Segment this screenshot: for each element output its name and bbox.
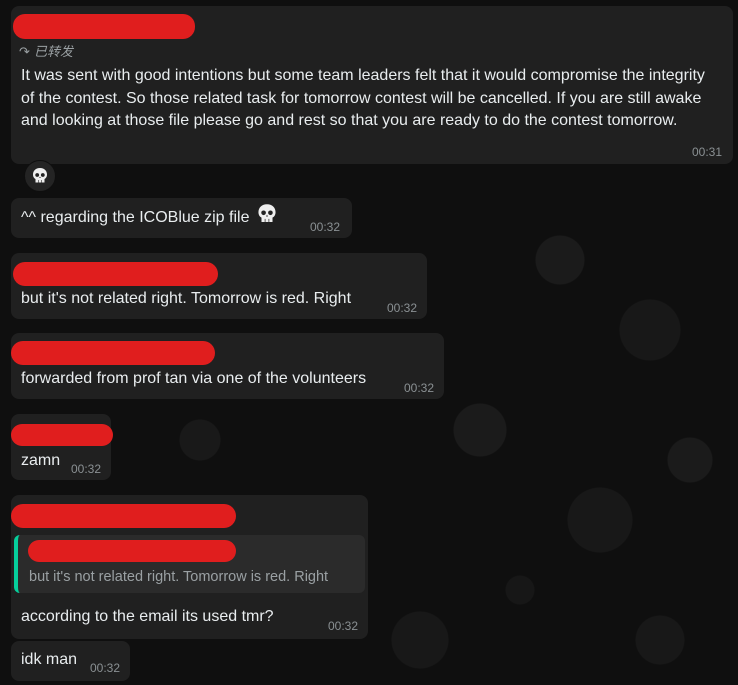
quoted-message-text: but it's not related right. Tomorrow is … xyxy=(29,569,329,585)
message-text: zamn xyxy=(21,452,61,469)
skull-icon xyxy=(33,168,47,183)
redacted-sender-name xyxy=(13,14,195,39)
message-timestamp: 00:32 xyxy=(404,381,435,395)
redacted-sender-name xyxy=(11,424,113,446)
forward-arrow-icon: ↷ xyxy=(19,45,30,60)
message-bubble-forwarded[interactable]: ↷ 已转发 It was sent with good intentions b… xyxy=(11,6,733,164)
message-text: according to the email its used tmr? xyxy=(21,608,274,625)
message-reaction[interactable] xyxy=(24,160,56,192)
redacted-sender-name xyxy=(11,504,236,528)
quoted-message[interactable]: but it's not related right. Tomorrow is … xyxy=(14,535,365,593)
message-timestamp: 00:32 xyxy=(90,661,121,675)
message-bubble[interactable]: ^^ regarding the ICOBlue zip file 00:32 xyxy=(11,198,352,238)
message-text: forwarded from prof tan via one of the v… xyxy=(21,370,367,387)
message-timestamp: 00:31 xyxy=(692,145,723,159)
message-bubble[interactable]: but it's not related right. Tomorrow is … xyxy=(11,253,427,319)
redacted-sender-name xyxy=(11,341,215,365)
message-timestamp: 00:32 xyxy=(71,462,102,476)
message-bubble-reply[interactable]: but it's not related right. Tomorrow is … xyxy=(11,495,368,639)
redacted-quoted-sender-name xyxy=(28,540,236,562)
forwarded-indicator: ↷ 已转发 xyxy=(19,41,73,60)
message-text: ^^ regarding the ICOBlue zip file xyxy=(21,204,276,230)
message-bubble[interactable]: idk man 00:32 xyxy=(11,641,130,681)
skull-icon xyxy=(254,204,276,225)
message-text: but it's not related right. Tomorrow is … xyxy=(21,290,352,307)
message-text: It was sent with good intentions but som… xyxy=(21,67,705,129)
message-timestamp: 00:32 xyxy=(310,220,341,234)
message-bubble[interactable]: zamn 00:32 xyxy=(11,414,113,480)
message-timestamp: 00:32 xyxy=(387,301,418,315)
message-timestamp: 00:32 xyxy=(328,619,359,633)
message-text-content: ^^ regarding the ICOBlue zip file xyxy=(21,209,250,226)
message-bubble[interactable]: forwarded from prof tan via one of the v… xyxy=(11,333,444,399)
message-text: idk man xyxy=(21,651,78,668)
redacted-sender-name xyxy=(13,262,218,286)
forwarded-label: 已转发 xyxy=(34,45,74,60)
